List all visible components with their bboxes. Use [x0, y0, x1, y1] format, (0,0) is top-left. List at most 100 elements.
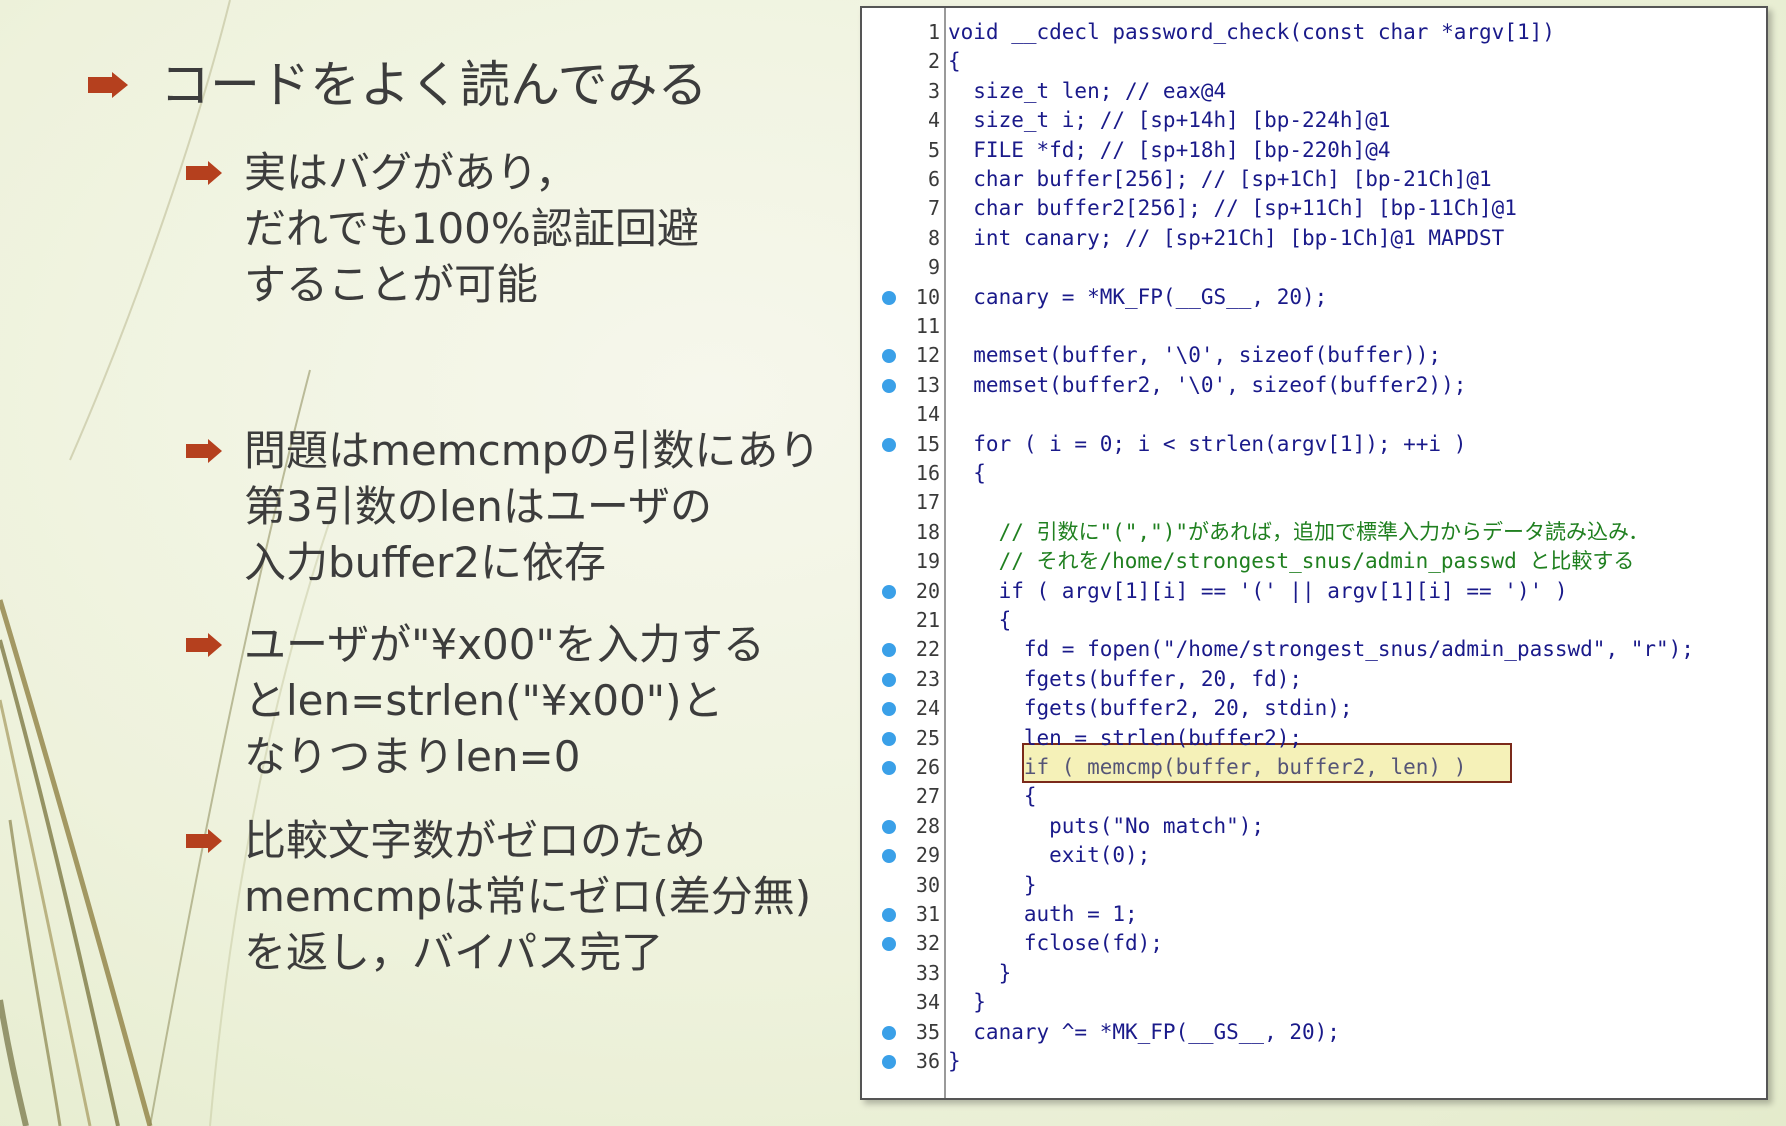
code-line[interactable]: 8 int canary; // [sp+21Ch] [bp-1Ch]@1 MA… [862, 224, 1766, 253]
line-number: 16 [915, 461, 940, 485]
breakpoint-dot-icon[interactable] [882, 290, 896, 305]
main-bullet-text: コードをよく読んでみる [160, 56, 708, 114]
code-line[interactable]: 22 fd = fopen("/home/strongest_snus/admi… [862, 635, 1766, 664]
code-text: } [948, 872, 1037, 897]
line-number: 8 [927, 225, 940, 250]
code-line[interactable]: 36} [862, 1047, 1766, 1076]
code-line[interactable]: 5 FILE *fd; // [sp+18h] [bp-220h]@4 [862, 136, 1766, 165]
code-line[interactable]: 19 // それを/home/strongest_snus/admin_pass… [862, 547, 1766, 576]
code-text: auth = 1; [948, 902, 1138, 926]
code-line[interactable]: 34 } [862, 988, 1766, 1017]
line-number: 14 [915, 402, 940, 427]
code-line[interactable]: 13 memset(buffer2, '\0', sizeof(buffer2)… [862, 371, 1766, 400]
code-text: fgets(buffer, 20, fd); [948, 666, 1303, 691]
breakpoint-dot-icon[interactable] [882, 672, 896, 687]
breakpoint-dot-icon[interactable] [882, 1055, 896, 1069]
code-line[interactable]: 23 fgets(buffer, 20, fd); [862, 665, 1766, 694]
line-number: 4 [927, 108, 940, 133]
code-line[interactable]: 11 [862, 312, 1766, 341]
code-line[interactable]: 10 canary = *MK_FP(__GS__, 20); [862, 283, 1766, 312]
code-line[interactable]: 7 char buffer2[256]; // [sp+11Ch] [bp-11… [862, 194, 1766, 223]
decompiled-code-window[interactable]: 1 void __cdecl password_check(const char … [860, 6, 1768, 1100]
bullet-arrow-icon [186, 829, 222, 853]
code-line[interactable]: 4 size_t i; // [sp+14h] [bp-224h]@1 [862, 106, 1766, 135]
sub-bullet-line: 第3引数のlenはユーザの [244, 482, 713, 531]
breakpoint-dot-icon[interactable] [882, 731, 896, 746]
code-text: canary ^= *MK_FP(__GS__, 20); [948, 1019, 1340, 1044]
breakpoint-dot-icon[interactable] [882, 643, 896, 658]
code-text: void __cdecl password_check(const char *… [948, 20, 1555, 44]
line-number: 10 [915, 284, 940, 309]
line-number: 32 [915, 931, 940, 956]
code-text: if ( memcmp(buffer, buffer2, len) ) [948, 755, 1467, 779]
code-line[interactable]: 32 fclose(fd); [862, 929, 1766, 958]
sub-bullet-line: memcmpは常にゼロ(差分無) [244, 872, 812, 921]
code-text: // それを/home/strongest_snus/admin_passwd … [948, 549, 1635, 574]
code-text: if ( argv[1][i] == '(' || argv[1][i] == … [948, 578, 1568, 603]
code-line[interactable]: 35 canary ^= *MK_FP(__GS__, 20); [862, 1018, 1766, 1047]
code-line[interactable]: 9 [862, 253, 1766, 282]
line-number: 28 [915, 813, 940, 838]
breakpoint-dot-icon[interactable] [882, 437, 896, 452]
line-number: 7 [927, 196, 940, 221]
code-text: puts("No match"); [948, 813, 1265, 838]
line-number: 30 [915, 872, 940, 897]
code-text: fgets(buffer2, 20, stdin); [948, 696, 1353, 721]
sub-bullet-line: とlen=strlen("¥x00")と [244, 676, 724, 725]
line-number: 1 [927, 20, 940, 44]
code-line[interactable]: 27 { [862, 782, 1766, 811]
code-text: memset(buffer, '\0', sizeof(buffer)); [948, 343, 1442, 368]
code-line[interactable]: 3 size_t len; // eax@4 [862, 77, 1766, 106]
bullet-arrow-icon [88, 72, 128, 98]
code-line[interactable]: 17 [862, 488, 1766, 517]
code-line[interactable]: 21 { [862, 606, 1766, 635]
code-line[interactable]: 15 for ( i = 0; i < strlen(argv[1]); ++i… [862, 430, 1766, 459]
sub-bullet-line: だれでも100%認証回避 [244, 204, 699, 253]
code-line[interactable]: 29 exit(0); [862, 841, 1766, 870]
bullet-arrow-icon [186, 633, 222, 657]
bullet-arrow-icon [186, 439, 222, 463]
breakpoint-dot-icon[interactable] [882, 349, 896, 364]
code-text: } [948, 1049, 961, 1073]
code-line[interactable]: 16 { [862, 459, 1766, 488]
line-number: 22 [915, 637, 940, 662]
code-text: int canary; // [sp+21Ch] [bp-1Ch]@1 MAPD… [948, 225, 1505, 250]
line-number: 27 [915, 784, 940, 809]
code-line[interactable]: 1 void __cdecl password_check(const char … [862, 18, 1766, 47]
line-number: 9 [927, 255, 940, 280]
line-number: 3 [927, 78, 940, 103]
line-number: 35 [915, 1019, 940, 1044]
code-line[interactable]: 26 if ( memcmp(buffer, buffer2, len) ) [862, 753, 1766, 782]
code-line[interactable]: 31 auth = 1; [862, 900, 1766, 929]
breakpoint-dot-icon[interactable] [882, 761, 896, 775]
code-line[interactable]: 12 memset(buffer, '\0', sizeof(buffer)); [862, 341, 1766, 370]
code-line[interactable]: 25 len = strlen(buffer2); [862, 724, 1766, 753]
code-line[interactable]: 20 if ( argv[1][i] == '(' || argv[1][i] … [862, 577, 1766, 606]
code-text: canary = *MK_FP(__GS__, 20); [948, 284, 1328, 309]
code-line[interactable]: 33 } [862, 959, 1766, 988]
code-text: { [948, 49, 961, 74]
code-line[interactable]: 30 } [862, 871, 1766, 900]
line-number: 34 [915, 990, 940, 1015]
code-line[interactable]: 28 puts("No match"); [862, 812, 1766, 841]
breakpoint-dot-icon[interactable] [882, 908, 896, 922]
code-line[interactable]: 6 char buffer[256]; // [sp+1Ch] [bp-21Ch… [862, 165, 1766, 194]
breakpoint-dot-icon[interactable] [882, 378, 896, 393]
code-text: fd = fopen("/home/strongest_snus/admin_p… [948, 637, 1694, 662]
line-number: 18 [915, 519, 940, 544]
code-line[interactable]: 2{ [862, 47, 1766, 76]
breakpoint-dot-icon[interactable] [882, 937, 896, 952]
bullet-arrow-icon [186, 161, 222, 185]
code-line[interactable]: 24 fgets(buffer2, 20, stdin); [862, 694, 1766, 723]
code-text: } [948, 990, 986, 1015]
sub-bullet-line: を返し，バイパス完了 [244, 928, 664, 977]
sub-bullet-line: ユーザが"¥x00"を入力する [244, 620, 765, 669]
breakpoint-dot-icon[interactable] [882, 1025, 896, 1040]
breakpoint-dot-icon[interactable] [882, 702, 896, 717]
code-line[interactable]: 18 // 引数に"(",")"があれば，追加で標準入力からデータ読み込み． [862, 518, 1766, 547]
breakpoint-dot-icon[interactable] [882, 584, 896, 599]
code-line[interactable]: 14 [862, 400, 1766, 429]
line-number: 33 [915, 960, 940, 985]
breakpoint-dot-icon[interactable] [882, 819, 896, 834]
breakpoint-dot-icon[interactable] [882, 849, 896, 864]
